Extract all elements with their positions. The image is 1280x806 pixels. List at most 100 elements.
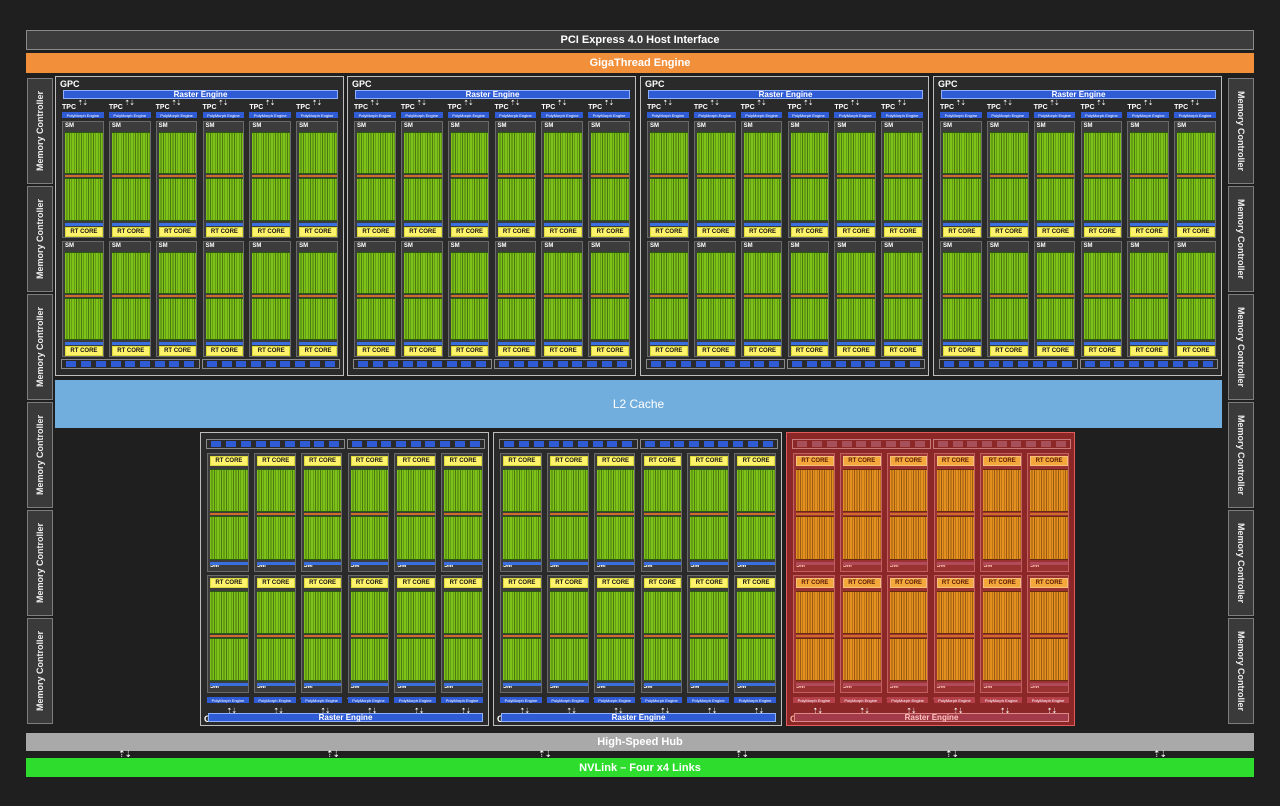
cuda-core-block [989, 178, 1028, 221]
cuda-core-block [1030, 637, 1068, 681]
cuda-core-block [350, 590, 389, 634]
sm-label: SM [591, 123, 601, 129]
register-strip [252, 294, 291, 297]
cuda-core-block [205, 178, 244, 221]
texture-strip [158, 342, 197, 345]
cuda-core-block [357, 178, 395, 221]
sm: SM RT CORE [834, 121, 877, 238]
register-strip [596, 513, 635, 516]
tpc: TPCPolyMorph Engine⇡⇣SMRT CORESMRT CORE [252, 433, 299, 727]
tpc-arrows: ⇡⇣ [171, 100, 182, 107]
tpc-arrows: ⇡⇣ [566, 708, 577, 715]
texture-strip [497, 222, 536, 226]
texture-strip [889, 561, 928, 565]
rt-core: RT CORE [497, 226, 536, 237]
register-strip [983, 634, 1022, 637]
texture-strip [743, 342, 782, 345]
l2-cache: L2 Cache [55, 380, 1222, 428]
cuda-core-block [837, 297, 876, 340]
sm-label: SM [357, 123, 366, 129]
texture-strip [596, 683, 635, 686]
register-strip [837, 175, 876, 178]
cuda-core-block [837, 178, 876, 221]
sm: SM RT CORE [354, 121, 396, 238]
sm-label: SM [205, 123, 215, 129]
register-strip [790, 294, 829, 297]
register-strip [591, 175, 629, 178]
rt-core: RT CORE [696, 226, 735, 237]
register-strip [1030, 634, 1068, 637]
register-strip [444, 513, 482, 516]
register-strip [205, 175, 244, 178]
register-strip [1036, 294, 1075, 297]
memory-controller-left: Memory Controller [27, 186, 53, 292]
sm: SM RT CORE [1027, 453, 1069, 572]
rt-core: RT CORE [842, 577, 881, 588]
texture-strip [444, 561, 482, 565]
rt-core: RT CORE [1083, 346, 1122, 356]
sm-label: SM [1083, 123, 1093, 129]
texture-strip [889, 683, 928, 686]
sm: SM RT CORE [155, 121, 198, 238]
tpc: TPCPolyMorph Engine⇡⇣SMRT CORESMRT CORE [791, 433, 838, 727]
rt-core: RT CORE [889, 577, 928, 588]
sm: SM RT CORE [400, 240, 443, 357]
sm: SM RT CORE [693, 240, 736, 357]
rt-core: RT CORE [450, 346, 489, 356]
texture-strip [737, 683, 775, 686]
register-strip [796, 634, 834, 637]
cuda-core-block [1177, 251, 1215, 294]
cuda-core-block [743, 132, 782, 175]
polymorph-engine: PolyMorph Engine [441, 697, 483, 703]
rt-core: RT CORE [497, 346, 536, 356]
register-strip [796, 513, 834, 516]
tpc-label: TPC [155, 104, 170, 111]
cuda-core-block [503, 590, 541, 634]
cuda-core-block [696, 178, 735, 221]
tpc-arrows: ⇡⇣ [556, 100, 568, 107]
polymorph-engine: PolyMorph Engine [1174, 112, 1216, 118]
memory-controller-right: Memory Controller [1228, 618, 1254, 724]
rt-core: RT CORE [690, 577, 729, 588]
rt-core: RT CORE [1036, 226, 1075, 237]
cuda-core-block [842, 590, 881, 634]
rt-core: RT CORE [837, 226, 876, 237]
cuda-core-block [743, 251, 782, 294]
cuda-core-block [737, 469, 775, 513]
sm: SM RT CORE [494, 240, 537, 357]
texture-strip [65, 222, 103, 226]
register-strip [544, 294, 583, 297]
sm: SM RT CORE [1033, 240, 1076, 357]
cuda-core-block [252, 178, 291, 221]
cuda-core-block [1083, 132, 1122, 175]
tpc: TPCPolyMorph Engine⇡⇣SMRT CORESMRT CORE [346, 433, 393, 727]
tpc: TPCPolyMorph Engine⇡⇣SMRT CORESMRT CORE [154, 77, 201, 377]
sm: SM RT CORE [588, 121, 630, 238]
cuda-core-block [299, 251, 337, 294]
sm-label: SM [158, 242, 168, 249]
cuda-core-block [1036, 251, 1075, 294]
tpc: TPCPolyMorph Engine⇡⇣SMRT CORESMRT CORE [247, 77, 294, 377]
sm-label: SM [544, 123, 554, 129]
rt-core: RT CORE [403, 346, 442, 356]
rt-core: RT CORE [205, 346, 244, 356]
tpc: TPCPolyMorph Engine⇡⇣SMRT CORESMRT CORE [201, 77, 248, 377]
texture-strip [596, 561, 635, 565]
rt-core: RT CORE [444, 577, 482, 588]
polymorph-engine: PolyMorph Engine [933, 697, 976, 703]
sm-label: SM [943, 242, 952, 249]
tpc-arrows: ⇡⇣ [1095, 100, 1107, 107]
cuda-core-block [884, 132, 922, 175]
cuda-core-block [111, 178, 150, 221]
sm: SM RT CORE [740, 240, 783, 357]
tpc-arrows: ⇡⇣ [709, 100, 720, 107]
sm: SM RT CORE [787, 240, 830, 357]
texture-strip [790, 342, 829, 345]
tpc-arrows: ⇡⇣ [955, 100, 966, 107]
texture-strip [350, 683, 389, 686]
cuda-core-block [397, 516, 436, 560]
texture-strip [650, 342, 688, 345]
tpc: TPCPolyMorph Engine⇡⇣SMRT CORESMRT CORE [399, 77, 446, 377]
register-strip [252, 175, 291, 178]
sm-label: SM [403, 123, 413, 129]
